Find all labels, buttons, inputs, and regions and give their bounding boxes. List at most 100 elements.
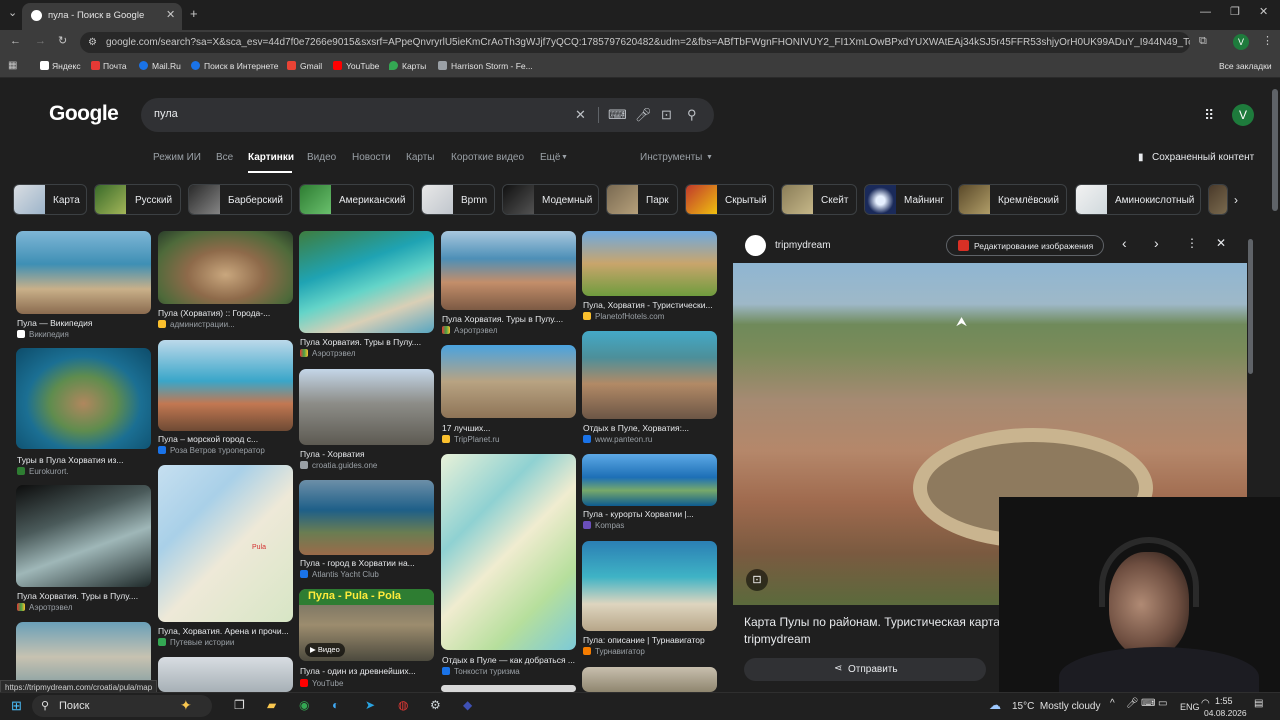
search-box[interactable]: пула ✕ ⌨ 🎤︎ ⊡ ⚲ [141,98,714,132]
file-explorer-icon[interactable]: ▰ [267,699,276,711]
result-image-2[interactable] [16,348,151,449]
result-title[interactable]: Отдых в Пуле, Хорватия:... [583,423,717,433]
weather-text[interactable]: 15°C Mostly cloudy [1012,701,1100,712]
tab-maps[interactable]: Карты [406,152,435,163]
result-image-1[interactable] [16,231,151,314]
tab-search-icon[interactable]: ⌄ [8,8,17,19]
steam-icon[interactable]: ⚙ [430,699,441,711]
result-title[interactable]: Пула - город в Хорватии на... [300,558,434,568]
tab-video[interactable]: Видео [307,152,336,163]
bookmark-maps[interactable]: Карты [402,61,426,71]
bookmark-search[interactable]: Поиск в Интернете [204,61,279,71]
google-apps-icon[interactable]: ⠿ [1204,108,1214,122]
result-image-16[interactable] [582,541,717,631]
chip-aminokislotnyy[interactable]: Аминокислотный [1075,184,1201,215]
saved-content-link[interactable]: Сохраненный контент [1152,152,1254,163]
result-image-17[interactable] [582,667,717,692]
apps-grid-icon[interactable]: ▦ [8,61,17,71]
tab-ai-mode[interactable]: Режим ИИ [153,152,201,163]
result-title[interactable]: 17 лучших... [442,423,576,433]
bookmark-mailru[interactable]: Mail.Ru [152,61,181,71]
result-title[interactable]: Пула - Хорватия [300,449,434,459]
result-title[interactable]: Пула, Хорватия - Туристически... [583,300,717,310]
result-image-7[interactable] [158,657,293,692]
more-options-icon[interactable]: ⋮ [1186,236,1198,250]
app-icon[interactable]: ◍ [398,699,408,711]
result-image-15[interactable] [582,454,717,506]
result-title[interactable]: Пула - курорты Хорватии |... [583,509,717,519]
result-image-5[interactable] [158,231,293,304]
tab-news[interactable]: Новости [352,152,391,163]
bookmark-harrison[interactable]: Harrison Storm - Fe... [451,61,533,71]
result-image-video[interactable]: Пула - Pula - Pola ▶ Видео [299,589,434,661]
result-image-3[interactable] [16,485,151,587]
menu-kebab-icon[interactable]: ⋮ [1262,36,1273,47]
result-image-arena[interactable] [299,369,434,445]
close-window-icon[interactable]: ✕ [1259,7,1268,18]
result-image-13[interactable] [582,231,717,296]
tab-images[interactable]: Картинки [248,152,294,163]
result-title[interactable]: Пула — Википедия [17,318,151,328]
bookmark-gmail[interactable]: Gmail [300,61,322,71]
result-image-12[interactable] [441,685,576,692]
app-blue-icon[interactable]: ◆ [463,699,472,711]
chip-barberskiy[interactable]: Барберский [188,184,292,215]
bookmark-youtube[interactable]: YouTube [346,61,379,71]
result-title[interactable]: Отдых в Пуле — как добраться ... [442,655,576,665]
clock-time[interactable]: 1:55 [1215,696,1233,706]
result-image-citymap[interactable] [441,454,576,650]
bookmark-pochta[interactable]: Почта [103,61,127,71]
share-button[interactable]: ⋖ Отправить [744,658,986,681]
result-image-map[interactable]: Pula [158,465,293,622]
lens-search-icon[interactable]: ⊡ [746,569,768,591]
microphone-icon[interactable]: 🎤︎ [635,107,652,123]
search-input[interactable]: пула [154,108,178,120]
result-image-14[interactable] [582,331,717,419]
next-image-icon[interactable]: › [1154,235,1159,251]
language-indicator[interactable]: ENG [1180,702,1200,712]
forward-icon[interactable]: → [35,36,46,47]
tools-button[interactable]: Инструменты [640,152,702,163]
site-info-icon[interactable]: ⚙ [88,32,97,53]
close-preview-icon[interactable]: ✕ [1216,236,1226,250]
address-bar[interactable]: ⚙ google.com/search?sa=X&sca_esv=44d7f0e… [80,32,1190,53]
panel-scrollbar[interactable] [1248,239,1253,374]
tray-chevron-icon[interactable]: ^ [1110,699,1115,709]
result-title[interactable]: Туры в Пула Хорватия из... [17,455,151,465]
clear-icon[interactable]: ✕ [575,107,586,123]
chrome-taskbar-icon[interactable]: ◉ [299,699,309,711]
preview-title[interactable]: Карта Пулы по районам. Туристическая кар… [744,615,1000,629]
windows-start-icon[interactable]: ⊞ [11,699,22,712]
result-image-9[interactable] [299,480,434,555]
result-title[interactable]: Пула, Хорватия. Арена и прочи... [158,626,292,636]
prev-image-icon[interactable]: ‹ [1122,235,1127,251]
tab-all[interactable]: Все [216,152,233,163]
page-scrollbar[interactable] [1272,89,1278,211]
result-title[interactable]: Пула - один из древнейшиx... [300,666,434,676]
result-title[interactable]: Пула Хорватия. Туры в Пулу.... [442,314,576,324]
result-title[interactable]: Пула (Хорватия) :: Города-... [158,308,292,318]
result-image-11[interactable] [441,345,576,418]
back-icon[interactable]: ← [10,36,21,47]
result-title[interactable]: Пула Хорватия. Туры в Пулу.... [17,591,151,601]
clock-date[interactable]: 04.08.2026 [1204,708,1247,718]
profile-avatar[interactable]: V [1233,34,1249,50]
account-avatar[interactable]: V [1232,104,1254,126]
result-title[interactable]: Пула – морской город с... [158,434,292,444]
result-image-8[interactable] [299,231,434,333]
extensions-icon[interactable]: ⧉ [1199,36,1207,47]
chip-modemnyy[interactable]: Модемный [502,184,599,215]
keyboard-icon[interactable]: ⌨ [608,107,627,123]
bookmark-yandex[interactable]: Яндекс [52,61,81,71]
chip-bpmn[interactable]: Bpmn [421,184,495,215]
edit-image-button[interactable]: Редактирование изображения [946,235,1104,256]
chip-kremlevskiy[interactable]: Кремлёвский [958,184,1067,215]
result-image-10[interactable] [441,231,576,310]
close-tab-icon[interactable]: ✕ [166,8,175,21]
chip-karta[interactable]: Карта [13,184,87,215]
minimize-icon[interactable]: — [1200,7,1211,18]
chip-russkiy[interactable]: Русский [94,184,181,215]
chip-skeyt[interactable]: Скейт [781,184,857,215]
task-view-icon[interactable]: ❐ [234,699,245,711]
preview-site-name[interactable]: tripmydream [775,240,831,251]
